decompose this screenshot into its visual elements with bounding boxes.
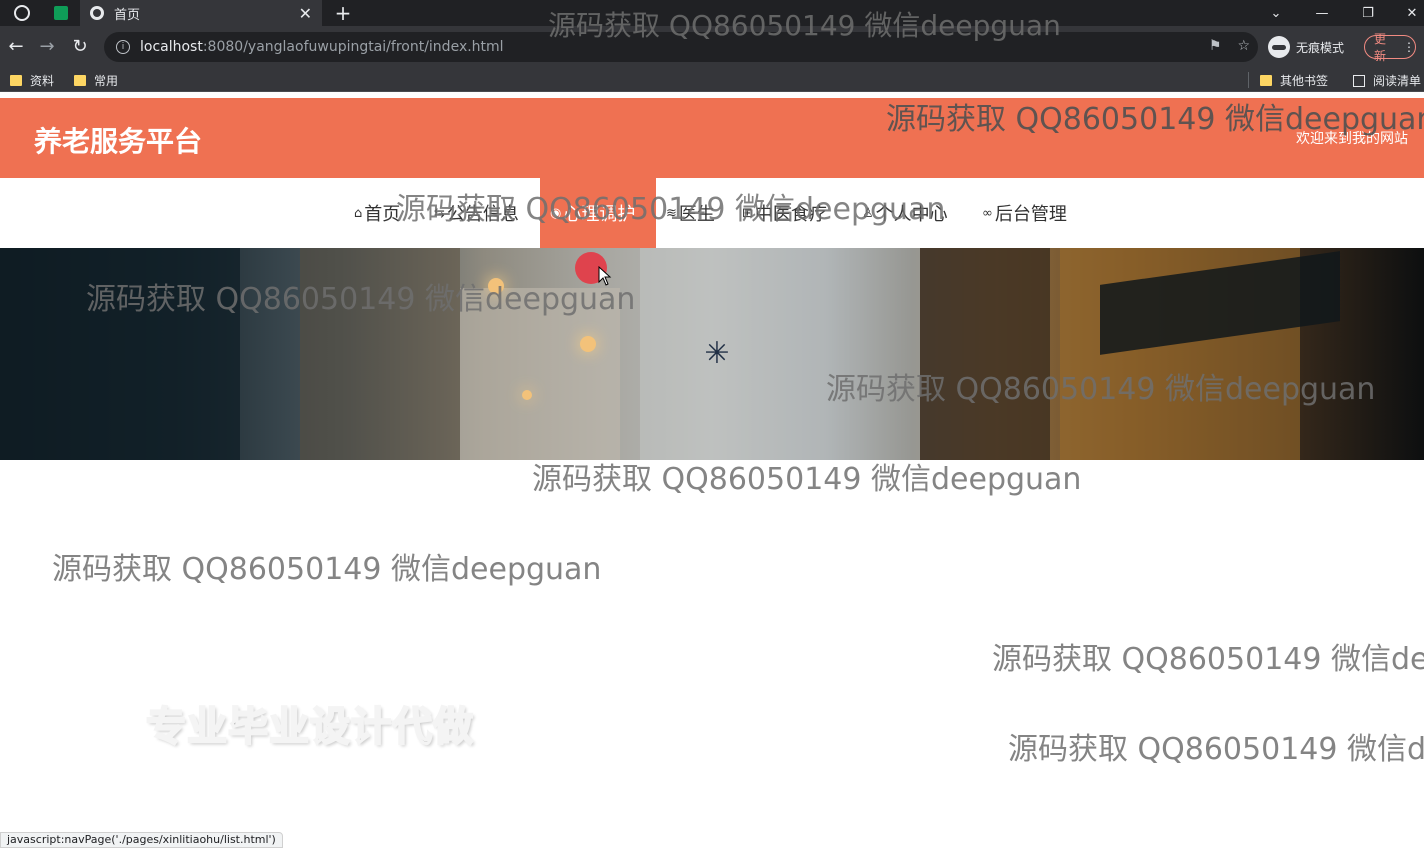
watermark: 源码获取 QQ86050149 微信deepguan: [532, 462, 1082, 497]
url-path: :8080/yanglaofuwupingtai/front/index.htm…: [202, 39, 504, 55]
folder-icon: [1260, 75, 1272, 86]
banner-building: [920, 248, 1050, 460]
other-bookmarks[interactable]: 其他书签: [1260, 72, 1328, 89]
bookmark-label: 资料: [30, 74, 55, 88]
watermark: 源码获取 QQ86050149 微信deepguan: [548, 9, 1061, 42]
street-lamp: [580, 336, 596, 352]
update-label: 更新: [1374, 32, 1387, 63]
globe-icon: [90, 6, 104, 20]
pinned-tab-sheets-icon[interactable]: [54, 6, 68, 20]
incognito-label: 无痕模式: [1296, 40, 1345, 55]
watermark: 源码获取 QQ86050149 微信deepguan: [826, 372, 1376, 407]
other-bookmarks-label: 其他书签: [1280, 74, 1329, 88]
forward-arrow-icon[interactable]: →: [36, 36, 58, 57]
incognito-indicator[interactable]: 无痕模式: [1268, 34, 1344, 60]
browser-tab-active[interactable]: 首页 ✕: [80, 0, 322, 26]
loading-spinner-icon: ✳: [704, 336, 730, 371]
bookmark-folder-ziliao[interactable]: 资料: [10, 72, 54, 89]
bookmark-label: 常用: [94, 74, 119, 88]
bookmark-star-icon[interactable]: ☆: [1237, 38, 1250, 54]
bookmarks-bar: 资料 常用 其他书签 阅读清单: [0, 68, 1424, 92]
pinned-tab-globe-icon[interactable]: [14, 5, 30, 21]
bookmark-divider: [1248, 72, 1249, 88]
new-tab-button[interactable]: +: [332, 0, 354, 26]
reading-list-icon: [1353, 74, 1365, 87]
link-status-bar: javascript:navPage('./pages/xinlitiaohu/…: [0, 832, 283, 848]
nav-admin[interactable]: ∞ 后台管理: [982, 178, 1067, 248]
street-lamp: [522, 390, 532, 400]
reload-icon[interactable]: ↻: [69, 36, 91, 57]
blocked-popup-icon[interactable]: ⚑: [1209, 38, 1222, 54]
promo-text: 专业毕业设计代做: [145, 703, 474, 751]
window-close-icon[interactable]: ✕: [1402, 0, 1422, 26]
tab-close-icon[interactable]: ✕: [299, 4, 312, 23]
minimize-icon[interactable]: —: [1312, 0, 1332, 26]
nav-label: 后台管理: [994, 204, 1067, 225]
watermark: 源码获取 QQ86050149 微信deepguan: [396, 192, 946, 227]
restore-icon[interactable]: ❐: [1358, 0, 1378, 26]
bookmark-folder-changyong[interactable]: 常用: [74, 72, 118, 89]
site-info-icon[interactable]: i: [116, 40, 130, 54]
back-arrow-icon[interactable]: ←: [5, 36, 27, 57]
watermark: 源码获取 QQ86050149 微信deepguan: [1008, 732, 1424, 767]
update-button[interactable]: 更新 ⋮: [1364, 32, 1416, 63]
nav-home[interactable]: ⌂ 首页: [354, 178, 400, 248]
menu-kebab-icon[interactable]: ⋮: [1403, 40, 1415, 54]
incognito-icon: [1268, 36, 1290, 58]
watermark: 源码获取 QQ86050149 微信deepguan: [86, 282, 636, 317]
screen: { "browser": { "tab_title": "首页", "tab_c…: [0, 0, 1424, 848]
site-title[interactable]: 养老服务平台: [34, 120, 202, 160]
url-host: localhost: [140, 39, 203, 55]
watermark: 源码获取 QQ86050149 微信deepguan: [52, 552, 602, 587]
home-icon: ⌂: [354, 205, 363, 221]
tab-title: 首页: [114, 7, 141, 23]
link-icon: ∞: [982, 205, 993, 221]
folder-icon: [10, 75, 22, 86]
banner-building: [640, 248, 920, 460]
tab-search-chevron-icon[interactable]: ⌄: [1266, 0, 1286, 26]
reading-list[interactable]: 阅读清单: [1353, 72, 1421, 89]
watermark: 源码获取 QQ86050149 微信deepguan: [886, 102, 1424, 137]
watermark: 源码获取 QQ86050149 微信deepguan: [992, 642, 1424, 677]
folder-icon: [74, 75, 86, 86]
reading-list-label: 阅读清单: [1373, 74, 1422, 88]
nav-label: 首页: [364, 204, 401, 225]
